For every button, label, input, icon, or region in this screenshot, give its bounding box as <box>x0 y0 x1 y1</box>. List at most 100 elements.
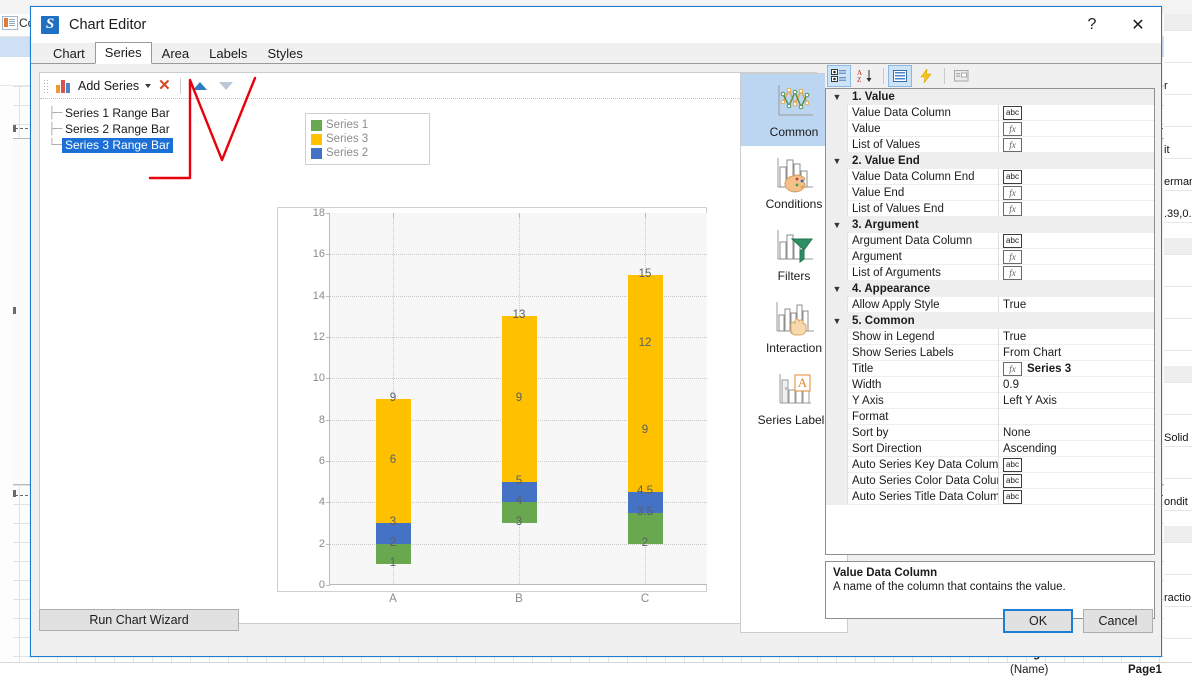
abc-editor-icon[interactable]: abc <box>1003 105 1022 120</box>
property-value-cell[interactable] <box>998 408 1154 425</box>
series-list-item[interactable]: ├─ Series 2 Range Bar <box>48 121 258 137</box>
chevron-down-icon[interactable]: ▼ <box>826 156 848 166</box>
chart-y-tick-label: 4 <box>318 496 325 509</box>
property-value-cell[interactable]: None <box>998 424 1154 441</box>
property-value-cell[interactable]: Ascending <box>998 440 1154 457</box>
categorized-icon[interactable] <box>827 65 851 87</box>
property-value-cell[interactable]: fx <box>998 200 1154 217</box>
property-row[interactable]: List of Values End fx <box>826 200 1154 217</box>
series-list-item[interactable]: ├─ Series 1 Range Bar <box>48 105 258 121</box>
property-row[interactable]: Allow Apply Style True <box>826 296 1154 313</box>
fx-editor-icon[interactable]: fx <box>1003 201 1022 216</box>
property-value-cell[interactable]: fx <box>998 264 1154 281</box>
chevron-down-icon[interactable]: ▼ <box>826 316 848 326</box>
property-row[interactable]: Value End fx <box>826 184 1154 201</box>
property-grid[interactable]: ▼ 1. Value Value Data Column abc Value fx List… <box>825 88 1155 555</box>
funnel-chart-icon <box>771 226 817 266</box>
close-icon[interactable]: ✕ <box>1115 7 1161 43</box>
property-value-cell[interactable]: fx <box>998 248 1154 265</box>
property-row[interactable]: Y Axis Left Y Axis <box>826 392 1154 409</box>
fx-editor-icon[interactable]: fx <box>1003 361 1022 376</box>
property-value-cell[interactable]: abc <box>998 168 1154 185</box>
fx-editor-icon[interactable]: fx <box>1003 265 1022 280</box>
property-window-icon[interactable] <box>949 65 973 87</box>
move-up-icon[interactable] <box>192 81 207 90</box>
property-category-row[interactable]: ▼ 3. Argument <box>826 217 1154 233</box>
ok-button[interactable]: OK <box>1003 609 1073 633</box>
chevron-down-icon[interactable]: ▼ <box>826 220 848 230</box>
property-value-cell[interactable]: From Chart <box>998 344 1154 361</box>
property-category-row[interactable]: ▼ 2. Value End <box>826 153 1154 169</box>
property-row[interactable]: Argument fx <box>826 248 1154 265</box>
tab-styles[interactable]: Styles <box>257 43 312 64</box>
rail-item-label: Series Labels <box>757 412 831 427</box>
property-value-cell[interactable]: fx <box>998 120 1154 137</box>
dialog-title: Chart Editor <box>69 17 147 33</box>
property-value-cell[interactable]: 0.9 <box>998 376 1154 393</box>
abc-editor-icon[interactable]: abc <box>1003 489 1022 504</box>
property-row[interactable]: Value Data Column abc <box>826 104 1154 121</box>
property-row[interactable]: Argument Data Column abc <box>826 232 1154 249</box>
run-chart-wizard-button[interactable]: Run Chart Wizard <box>39 609 239 631</box>
series-list-item[interactable]: └─ Series 3 Range Bar <box>48 137 258 153</box>
abc-editor-icon[interactable]: abc <box>1003 473 1022 488</box>
property-value-cell[interactable]: abc <box>998 472 1154 489</box>
property-row[interactable]: Format <box>826 408 1154 425</box>
chevron-down-icon[interactable] <box>145 83 152 88</box>
property-row[interactable]: Auto Series Title Data Column abc <box>826 488 1154 505</box>
property-label: Value Data Column End <box>852 170 975 183</box>
property-row[interactable]: Sort Direction Ascending <box>826 440 1154 457</box>
add-series-button[interactable]: Add Series <box>52 75 155 97</box>
property-value-cell[interactable]: abc <box>998 232 1154 249</box>
property-row[interactable]: Sort by None <box>826 424 1154 441</box>
fx-editor-icon[interactable]: fx <box>1003 249 1022 264</box>
fx-editor-icon[interactable]: fx <box>1003 185 1022 200</box>
fx-editor-icon[interactable]: fx <box>1003 137 1022 152</box>
tab-chart[interactable]: Chart <box>43 43 95 64</box>
fx-editor-icon[interactable]: fx <box>1003 121 1022 136</box>
property-value-cell[interactable]: fx Series 3 <box>998 360 1154 377</box>
abc-editor-icon[interactable]: abc <box>1003 169 1022 184</box>
property-category-row[interactable]: ▼ 1. Value <box>826 89 1154 105</box>
property-row[interactable]: Width 0.9 <box>826 376 1154 393</box>
tab-labels[interactable]: Labels <box>199 43 257 64</box>
chart-bar-segment <box>627 275 663 492</box>
move-down-icon[interactable] <box>218 81 233 90</box>
toolbar-grip[interactable] <box>42 77 49 94</box>
chevron-down-icon[interactable]: ▼ <box>826 284 848 294</box>
tab-series[interactable]: Series <box>94 42 152 64</box>
delete-series-icon[interactable]: ✕ <box>155 78 174 93</box>
property-value-cell[interactable]: True <box>998 296 1154 313</box>
property-category-row[interactable]: ▼ 4. Appearance <box>826 281 1154 297</box>
property-row[interactable]: List of Values fx <box>826 136 1154 153</box>
help-button[interactable]: ? <box>1069 7 1115 43</box>
property-row[interactable]: Show Series Labels From Chart <box>826 344 1154 361</box>
chart-data-label: 9 <box>389 392 397 404</box>
property-row[interactable]: Auto Series Color Data Column abc <box>826 472 1154 489</box>
property-value-cell[interactable]: True <box>998 328 1154 345</box>
events-lightning-icon[interactable] <box>914 65 938 87</box>
property-value-cell[interactable]: abc <box>998 488 1154 505</box>
abc-editor-icon[interactable]: abc <box>1003 233 1022 248</box>
alphabetical-sort-icon[interactable]: A Z <box>853 65 877 87</box>
property-value-cell[interactable]: abc <box>998 456 1154 473</box>
property-row[interactable]: Auto Series Key Data Column abc <box>826 456 1154 473</box>
property-value-cell[interactable]: Left Y Axis <box>998 392 1154 409</box>
property-row[interactable]: Title fx Series 3 <box>826 360 1154 377</box>
property-value-cell[interactable]: fx <box>998 136 1154 153</box>
cancel-button[interactable]: Cancel <box>1083 609 1153 633</box>
tab-area[interactable]: Area <box>152 43 199 64</box>
chevron-down-icon[interactable]: ▼ <box>826 92 848 102</box>
property-row[interactable]: List of Arguments fx <box>826 264 1154 281</box>
abc-editor-icon[interactable]: abc <box>1003 457 1022 472</box>
property-value-cell[interactable]: fx <box>998 184 1154 201</box>
property-row[interactable]: Show in Legend True <box>826 328 1154 345</box>
property-category-row[interactable]: ▼ 5. Common <box>826 313 1154 329</box>
property-row[interactable]: Value Data Column End abc <box>826 168 1154 185</box>
property-pages-icon[interactable] <box>888 65 912 87</box>
property-row[interactable]: Value fx <box>826 120 1154 137</box>
chart-data-label: 3 <box>515 516 523 528</box>
property-value-cell[interactable]: abc <box>998 104 1154 121</box>
property-label: Value <box>852 122 881 135</box>
series-list[interactable]: ├─ Series 1 Range Bar ├─ Series 2 Range Bar… <box>48 105 258 153</box>
